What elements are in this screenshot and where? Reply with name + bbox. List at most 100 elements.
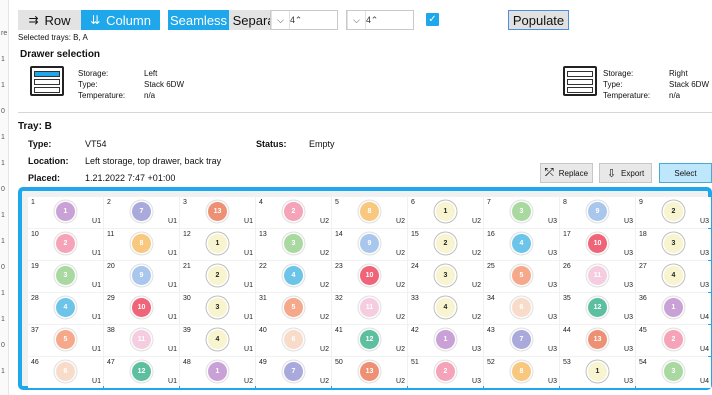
- sample-chip[interactable]: 7: [132, 202, 151, 221]
- sample-chip[interactable]: 5: [284, 298, 303, 317]
- sample-chip[interactable]: 3: [512, 202, 531, 221]
- tray-cell[interactable]: 35 12 U3: [560, 293, 635, 324]
- sample-chip[interactable]: 6: [512, 298, 531, 317]
- sample-chip[interactable]: 12: [360, 330, 379, 349]
- sample-chip[interactable]: 9: [360, 234, 379, 253]
- sample-chip[interactable]: 9: [132, 266, 151, 285]
- tray-cell[interactable]: 9 2 U3: [636, 197, 711, 228]
- tray-cell[interactable]: 30 3 U1: [180, 293, 255, 324]
- tray-cell[interactable]: 37 5 U1: [28, 325, 103, 356]
- tray-cell[interactable]: 53 1 U3: [560, 357, 635, 388]
- tray-cell[interactable]: 16 4 U3: [484, 229, 559, 260]
- tray-cell[interactable]: 33 4 U2: [408, 293, 483, 324]
- sample-chip[interactable]: 1: [664, 298, 683, 317]
- sample-chip[interactable]: 3: [436, 266, 455, 285]
- sample-chip[interactable]: 3: [284, 234, 303, 253]
- replace-button[interactable]: ⤱ Replace: [540, 163, 593, 183]
- tray-cell[interactable]: 31 5 U2: [256, 293, 331, 324]
- tray-cell[interactable]: 42 1 U3: [408, 325, 483, 356]
- tray-cell[interactable]: 39 4 U1: [180, 325, 255, 356]
- sample-chip[interactable]: 10: [588, 234, 607, 253]
- sample-chip[interactable]: 9: [588, 202, 607, 221]
- rows-stepper[interactable]: 4 ⌵ ⌃: [270, 10, 338, 30]
- sample-chip[interactable]: 12: [588, 298, 607, 317]
- sample-chip[interactable]: 1: [588, 362, 607, 381]
- tray-cell[interactable]: 19 3 U1: [28, 261, 103, 292]
- tray-cell[interactable]: 47 12 U1: [104, 357, 179, 388]
- select-button[interactable]: Select: [659, 163, 712, 183]
- tray-cell[interactable]: 38 11 U1: [104, 325, 179, 356]
- sample-chip[interactable]: 4: [284, 266, 303, 285]
- tray-cell[interactable]: 23 10 U2: [332, 261, 407, 292]
- sample-chip[interactable]: 2: [664, 330, 683, 349]
- sample-chip[interactable]: 13: [588, 330, 607, 349]
- sample-chip[interactable]: 1: [436, 202, 455, 221]
- tray-cell[interactable]: 18 3 U3: [636, 229, 711, 260]
- sample-chip[interactable]: 12: [132, 362, 151, 381]
- tray-cell[interactable]: 6 1 U2: [408, 197, 483, 228]
- tray-cell[interactable]: 20 9 U1: [104, 261, 179, 292]
- tray-cell[interactable]: 7 3 U3: [484, 197, 559, 228]
- tray-cell[interactable]: 12 1 U1: [180, 229, 255, 260]
- sample-chip[interactable]: 1: [436, 330, 455, 349]
- column-button[interactable]: ⇊ Column: [81, 10, 160, 30]
- tray-cell[interactable]: 49 7 U2: [256, 357, 331, 388]
- sample-chip[interactable]: 13: [360, 362, 379, 381]
- sample-chip[interactable]: 8: [512, 362, 531, 381]
- sample-chip[interactable]: 1: [56, 202, 75, 221]
- tray-cell[interactable]: 43 7 U3: [484, 325, 559, 356]
- sample-chip[interactable]: 2: [284, 202, 303, 221]
- tray-cell[interactable]: 51 2 U3: [408, 357, 483, 388]
- sample-chip[interactable]: 4: [436, 298, 455, 317]
- tray-cell[interactable]: 48 1 U2: [180, 357, 255, 388]
- tray-cell[interactable]: 41 12 U2: [332, 325, 407, 356]
- sample-chip[interactable]: 11: [588, 266, 607, 285]
- tray-cell[interactable]: 5 8 U2: [332, 197, 407, 228]
- sample-chip[interactable]: 6: [56, 362, 75, 381]
- sample-chip[interactable]: 3: [664, 234, 683, 253]
- sample-chip[interactable]: 1: [208, 234, 227, 253]
- tray-cell[interactable]: 1 1 U1: [28, 197, 103, 228]
- tray-cell[interactable]: 15 2 U2: [408, 229, 483, 260]
- sample-chip[interactable]: 11: [132, 330, 151, 349]
- sample-chip[interactable]: 3: [56, 266, 75, 285]
- sample-chip[interactable]: 2: [56, 234, 75, 253]
- columns-stepper[interactable]: 4 ⌵ ⌃: [346, 10, 414, 30]
- sample-chip[interactable]: 4: [512, 234, 531, 253]
- tray-cell[interactable]: 54 3 U4: [636, 357, 711, 388]
- tray-cell[interactable]: 36 1 U4: [636, 293, 711, 324]
- sample-chip[interactable]: 4: [664, 266, 683, 285]
- sample-chip[interactable]: 4: [56, 298, 75, 317]
- sample-chip[interactable]: 1: [208, 362, 227, 381]
- tray-cell[interactable]: 34 6 U3: [484, 293, 559, 324]
- sample-chip[interactable]: 10: [132, 298, 151, 317]
- sample-chip[interactable]: 7: [284, 362, 303, 381]
- tray-cell[interactable]: 45 2 U4: [636, 325, 711, 356]
- row-button[interactable]: ⇉ Row: [18, 10, 81, 30]
- sample-chip[interactable]: 4: [208, 330, 227, 349]
- populate-button[interactable]: Populate: [508, 10, 569, 30]
- sample-chip[interactable]: 13: [208, 202, 227, 221]
- tray-cell[interactable]: 29 10 U1: [104, 293, 179, 324]
- sample-chip[interactable]: 5: [512, 266, 531, 285]
- tray-cell[interactable]: 4 2 U2: [256, 197, 331, 228]
- tray-cell[interactable]: 22 4 U2: [256, 261, 331, 292]
- sample-chip[interactable]: 11: [360, 298, 379, 317]
- tray-cell[interactable]: 40 6 U2: [256, 325, 331, 356]
- tray-cell[interactable]: 21 2 U1: [180, 261, 255, 292]
- tray-cell[interactable]: 13 3 U2: [256, 229, 331, 260]
- sample-chip[interactable]: 3: [208, 298, 227, 317]
- sample-chip[interactable]: 10: [360, 266, 379, 285]
- tray-cell[interactable]: 52 8 U3: [484, 357, 559, 388]
- tray-cell[interactable]: 14 9 U2: [332, 229, 407, 260]
- sample-chip[interactable]: 7: [512, 330, 531, 349]
- seamless-button[interactable]: Seamless: [168, 10, 229, 30]
- option-checkbox[interactable]: ✓: [426, 13, 439, 26]
- tray-cell[interactable]: 24 3 U2: [408, 261, 483, 292]
- export-button[interactable]: ⇩ Export: [599, 163, 652, 183]
- tray-cell[interactable]: 25 5 U3: [484, 261, 559, 292]
- tray-cell[interactable]: 10 2 U1: [28, 229, 103, 260]
- sample-chip[interactable]: 6: [284, 330, 303, 349]
- sample-chip[interactable]: 2: [208, 266, 227, 285]
- tray-cell[interactable]: 50 13 U2: [332, 357, 407, 388]
